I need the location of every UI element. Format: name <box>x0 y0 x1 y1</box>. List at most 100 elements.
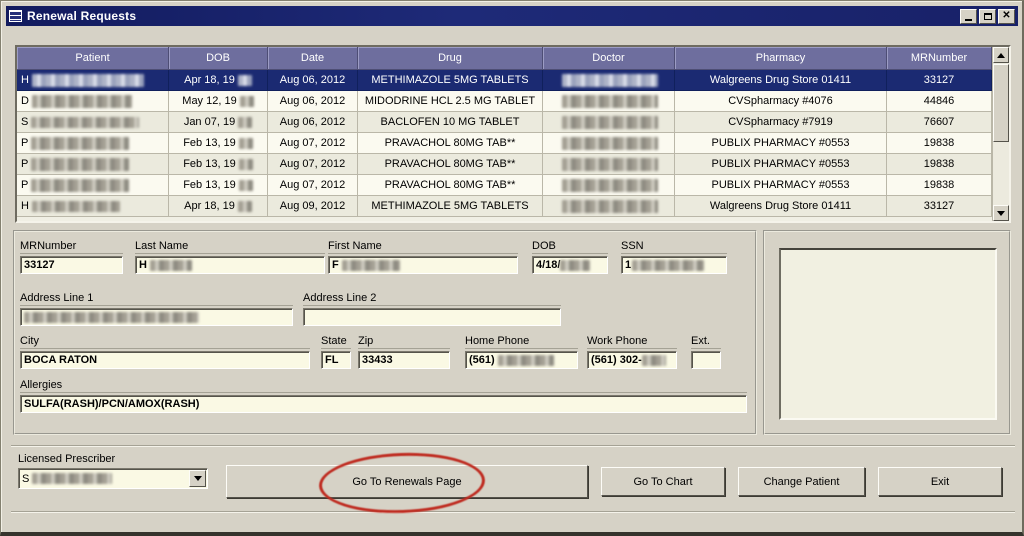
table-row[interactable]: P Feb 13, 19 Aug 07, 2012 PRAVACHOL 80MG… <box>17 154 992 175</box>
redacted-text <box>498 355 554 366</box>
renewal-requests-table: Patient DOB Date Drug Doctor Pharmacy MR… <box>15 45 1011 223</box>
work-phone-label: Work Phone <box>587 335 677 349</box>
redacted-text <box>239 159 253 170</box>
licensed-prescriber-label: Licensed Prescriber <box>18 453 115 465</box>
last-name-field[interactable]: H <box>135 256 325 274</box>
first-name-field[interactable]: F <box>328 256 518 274</box>
go-to-renewals-page-button[interactable]: Go To Renewals Page <box>226 465 588 498</box>
redacted-text <box>239 138 253 149</box>
table-row[interactable]: H Apr 18, 19 Aug 09, 2012 METHIMAZOLE 5M… <box>17 196 992 217</box>
redacted-text <box>562 74 658 87</box>
patient-details-panel: MRNumber 33127 Last Name H First Name F … <box>13 230 757 435</box>
change-patient-button[interactable]: Change Patient <box>738 467 865 496</box>
last-name-label: Last Name <box>135 240 325 254</box>
column-header-drug[interactable]: Drug <box>358 47 543 70</box>
redacted-text <box>150 260 192 271</box>
patient-photo-panel <box>763 230 1011 435</box>
redacted-text <box>632 260 704 271</box>
renewal-requests-window: Renewal Requests ✕ Patient DOB Date Drug… <box>0 0 1024 536</box>
table-row[interactable]: D May 12, 19 Aug 06, 2012 MIDODRINE HCL … <box>17 91 992 112</box>
redacted-text <box>31 117 139 128</box>
table-row[interactable]: H Apr 18, 19 Aug 06, 2012 METHIMAZOLE 5M… <box>17 70 992 91</box>
app-icon <box>9 10 22 22</box>
divider <box>11 445 1015 447</box>
redacted-text <box>342 260 400 271</box>
column-header-pharmacy[interactable]: Pharmacy <box>675 47 887 70</box>
maximize-icon <box>984 13 992 20</box>
column-header-mrnumber[interactable]: MRNumber <box>887 47 992 70</box>
home-phone-label: Home Phone <box>465 335 578 349</box>
window-title: Renewal Requests <box>27 9 960 23</box>
allergies-field[interactable]: SULFA(RASH)/PCN/AMOX(RASH) <box>20 395 747 413</box>
combo-dropdown-button[interactable] <box>189 470 206 487</box>
zip-label: Zip <box>358 335 450 349</box>
column-header-patient[interactable]: Patient <box>17 47 169 70</box>
vertical-scrollbar[interactable] <box>992 47 1009 221</box>
redacted-text <box>31 137 129 150</box>
exit-button[interactable]: Exit <box>878 467 1002 496</box>
close-icon: ✕ <box>1002 11 1010 21</box>
redacted-text <box>240 96 254 107</box>
column-header-doctor[interactable]: Doctor <box>543 47 675 70</box>
mrnumber-label: MRNumber <box>20 240 123 254</box>
city-label: City <box>20 335 310 349</box>
redacted-text <box>32 74 144 87</box>
first-name-label: First Name <box>328 240 518 254</box>
ssn-label: SSN <box>621 240 727 254</box>
maximize-button[interactable] <box>979 9 996 24</box>
redacted-text <box>238 75 252 86</box>
arrow-up-icon <box>997 53 1005 58</box>
state-label: State <box>321 335 351 349</box>
redacted-text <box>24 312 199 323</box>
address-line-1-label: Address Line 1 <box>20 292 293 306</box>
licensed-prescriber-select[interactable]: S <box>18 468 208 489</box>
title-bar: Renewal Requests ✕ <box>6 6 1018 26</box>
address-line-2-field[interactable] <box>303 308 561 326</box>
column-header-date[interactable]: Date <box>268 47 358 70</box>
ext-field[interactable] <box>691 351 721 369</box>
redacted-text <box>560 260 590 271</box>
ssn-field[interactable]: 1 <box>621 256 727 274</box>
redacted-text <box>32 95 132 108</box>
table-row[interactable]: P Feb 13, 19 Aug 07, 2012 PRAVACHOL 80MG… <box>17 175 992 196</box>
redacted-text <box>562 158 658 171</box>
redacted-text <box>562 179 658 192</box>
arrow-down-icon <box>997 211 1005 216</box>
work-phone-field[interactable]: (561) 302- <box>587 351 677 369</box>
home-phone-field[interactable]: (561) <box>465 351 578 369</box>
minimize-icon <box>965 19 972 21</box>
address-line-2-label: Address Line 2 <box>303 292 561 306</box>
scroll-up-button[interactable] <box>993 47 1009 63</box>
allergies-label: Allergies <box>20 379 747 393</box>
redacted-text <box>562 95 658 108</box>
redacted-text <box>642 355 666 366</box>
address-line-1-field[interactable] <box>20 308 293 326</box>
redacted-text <box>31 179 129 192</box>
column-header-dob[interactable]: DOB <box>169 47 268 70</box>
chevron-down-icon <box>194 476 202 481</box>
table-row[interactable]: S Jan 07, 19 Aug 06, 2012 BACLOFEN 10 MG… <box>17 112 992 133</box>
redacted-text <box>239 180 253 191</box>
ext-label: Ext. <box>691 335 721 349</box>
scroll-down-button[interactable] <box>993 205 1009 221</box>
mrnumber-field[interactable]: 33127 <box>20 256 123 274</box>
zip-field[interactable]: 33433 <box>358 351 450 369</box>
redacted-text <box>32 473 112 484</box>
state-field[interactable]: FL <box>321 351 351 369</box>
table-row[interactable]: P Feb 13, 19 Aug 07, 2012 PRAVACHOL 80MG… <box>17 133 992 154</box>
redacted-text <box>238 201 252 212</box>
minimize-button[interactable] <box>960 9 977 24</box>
divider <box>11 511 1015 513</box>
redacted-text <box>32 201 120 212</box>
redacted-text <box>562 200 658 213</box>
dob-field[interactable]: 4/18/ <box>532 256 608 274</box>
patient-photo-box <box>779 248 997 420</box>
dob-label: DOB <box>532 240 608 254</box>
city-field[interactable]: BOCA RATON <box>20 351 310 369</box>
go-to-chart-button[interactable]: Go To Chart <box>601 467 725 496</box>
redacted-text <box>562 137 658 150</box>
close-button[interactable]: ✕ <box>998 9 1015 24</box>
scrollbar-thumb[interactable] <box>993 64 1009 142</box>
redacted-text <box>31 158 129 171</box>
redacted-text <box>562 116 658 129</box>
